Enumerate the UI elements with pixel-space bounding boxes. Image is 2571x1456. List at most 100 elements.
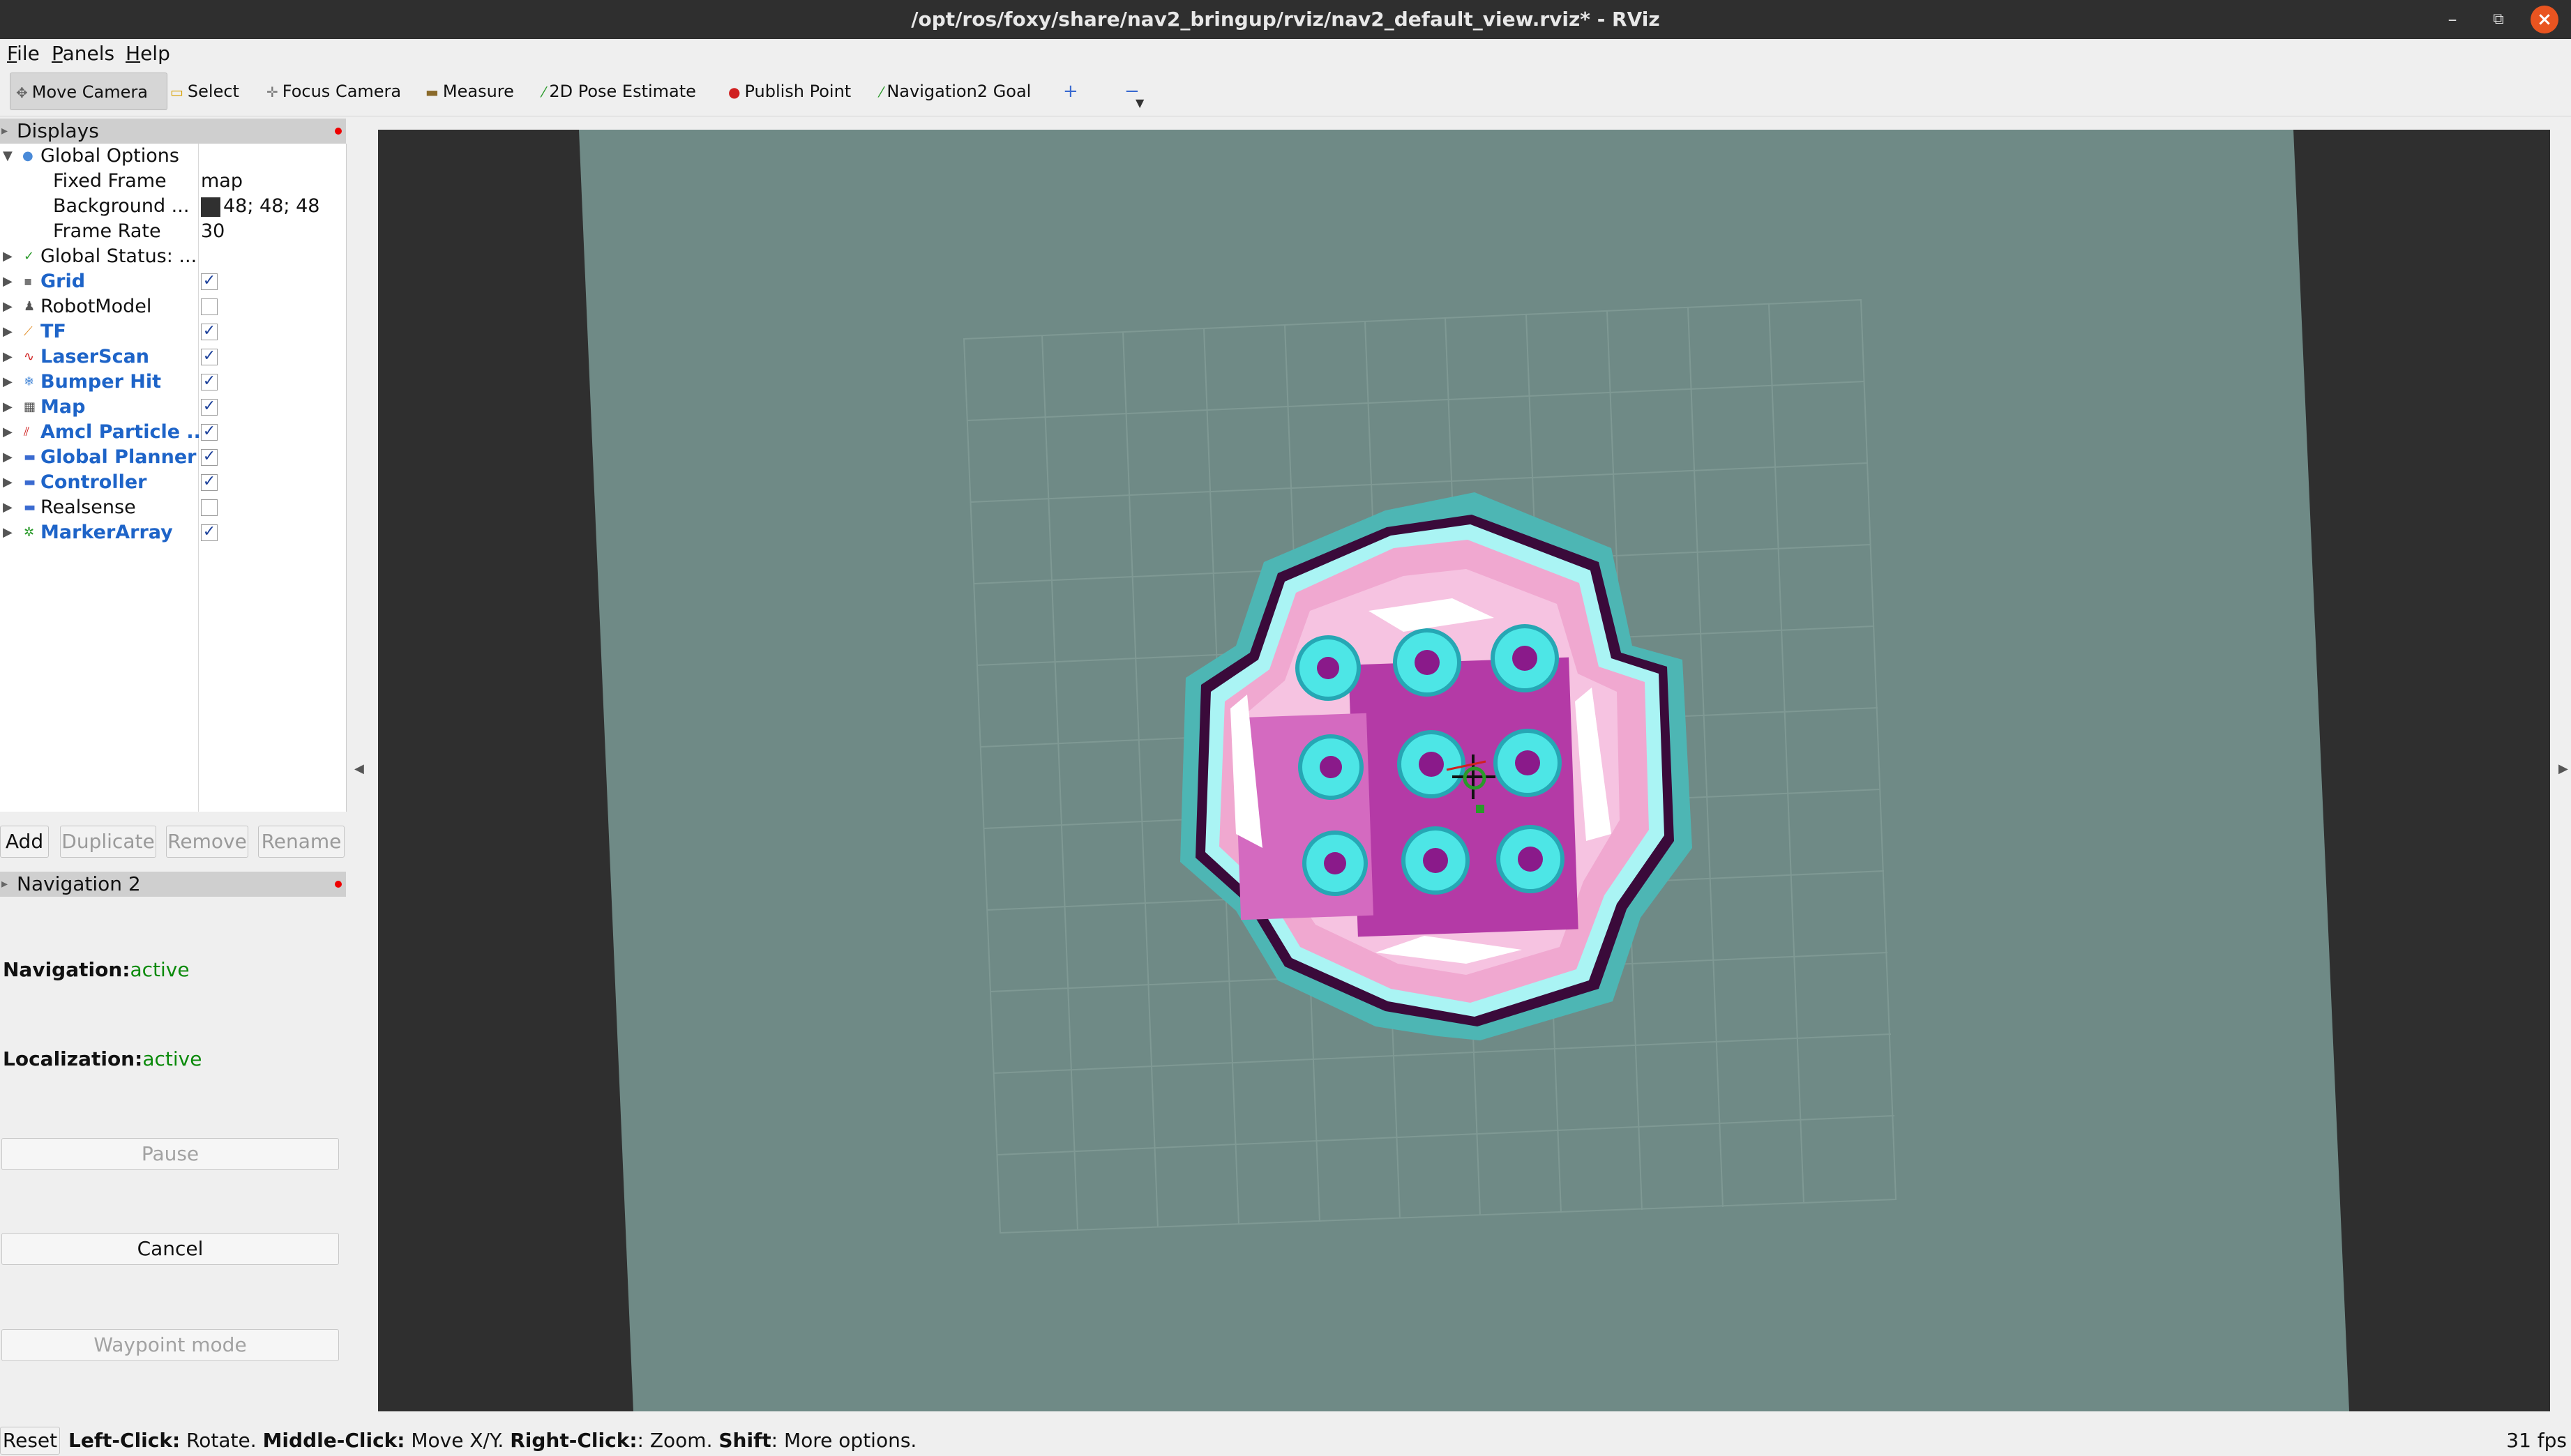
enable-checkbox[interactable] [201,298,218,315]
add-tool-icon[interactable]: + [1057,73,1084,110]
navigation-value: active [130,958,190,981]
display-item-realsense[interactable]: ▶ ▬ Realsense [0,495,345,520]
expand-arrow-icon[interactable]: ▶ [3,520,13,545]
waypoint-mode-button[interactable]: Waypoint mode [1,1329,339,1361]
scene-render[interactable] [378,130,2550,1411]
grid-icon: ▪ [24,274,33,289]
select-button[interactable]: ▭ Select [165,73,245,110]
enable-checkbox[interactable]: ✓ [201,424,218,441]
enable-checkbox[interactable]: ✓ [201,374,218,390]
folder-icon: ▬ [24,475,36,490]
global-options-row[interactable]: ▼ ● Global Options [0,144,345,169]
background-value[interactable]: 48; 48; 48 [201,194,319,219]
expand-arrow-icon[interactable]: ▶ [3,269,13,294]
display-item-robotmodel[interactable]: ▶ ♟ RobotModel [0,294,345,319]
reset-button[interactable]: Reset [0,1427,60,1455]
3d-viewport[interactable] [378,130,2550,1411]
menu-file[interactable]: File [7,39,40,68]
pose-array-icon: ⫽ [24,425,30,439]
hint-left-text: Rotate. [180,1429,263,1452]
panel-grip-icon: ▸ [1,123,8,138]
enable-checkbox[interactable]: ✓ [201,524,218,541]
enable-checkbox[interactable] [201,499,218,516]
localization-label: Localization: [3,1047,143,1070]
display-item-global-planner[interactable]: ▶ ▬ Global Planner ✓ [0,445,345,470]
pause-button[interactable]: Pause [1,1138,339,1170]
display-item-tf[interactable]: ▶ ⟋ TF ✓ [0,319,345,344]
expand-arrow-icon[interactable]: ▶ [3,495,13,520]
panel-close-icon[interactable] [335,881,342,888]
enable-checkbox[interactable]: ✓ [201,349,218,365]
collapse-left-icon[interactable]: ◀ [354,761,364,776]
restore-icon[interactable]: ⧉ [2485,6,2512,33]
pose-estimate-label: 2D Pose Estimate [549,82,696,101]
publish-point-label: Publish Point [744,82,852,101]
close-icon[interactable]: × [2531,6,2558,33]
status-hint: Left-Click: Rotate. Middle-Click: Move X… [68,1425,917,1456]
enable-checkbox[interactable]: ✓ [201,273,218,290]
expand-arrow-icon[interactable]: ▶ [3,244,13,269]
select-icon: ▭ [170,84,183,100]
hint-middle-click: Middle-Click: [262,1429,405,1452]
enable-checkbox[interactable]: ✓ [201,324,218,340]
nav2-panel-header: ▸ Navigation 2 [0,872,346,897]
expand-arrow-icon[interactable]: ▶ [3,344,13,370]
display-item-amcl-particle[interactable]: ▶ ⫽ Amcl Particle ... ✓ [0,420,345,445]
enable-checkbox[interactable]: ✓ [201,399,218,416]
nav2-goal-button[interactable]: ⁄ Navigation2 Goal [875,73,1036,110]
display-item-map[interactable]: ▶ ▦ Map ✓ [0,395,345,420]
title-bar: /opt/ros/foxy/share/nav2_bringup/rviz/na… [0,0,2571,39]
background-row[interactable]: Background ... 48; 48; 48 [0,194,345,219]
folder-icon: ▬ [24,500,36,515]
fixed-frame-label: Fixed Frame [53,170,167,192]
move-camera-button[interactable]: ✥ Move Camera [10,73,167,110]
enable-checkbox[interactable]: ✓ [201,449,218,466]
display-item-bumper-hit[interactable]: ▶ ❄ Bumper Hit ✓ [0,370,345,395]
nav2-goal-label: Navigation2 Goal [887,82,1032,101]
color-swatch[interactable] [201,197,220,217]
menu-help[interactable]: Help [126,39,170,68]
menu-panels[interactable]: Panels [52,39,114,68]
focus-camera-button[interactable]: ✛ Focus Camera [261,73,407,110]
expand-arrow-icon[interactable]: ▶ [3,445,13,470]
fixed-frame-value[interactable]: map [201,169,243,194]
minimize-icon[interactable]: – [2438,6,2466,33]
expand-arrow-icon[interactable]: ▶ [3,395,13,420]
globe-icon: ● [22,149,33,163]
collapse-right-icon[interactable]: ▶ [2558,761,2568,776]
duplicate-display-button[interactable]: Duplicate [60,826,156,858]
global-status-label: Global Status: ... [40,245,197,267]
menu-panels-key: P [52,42,63,65]
display-item-grid[interactable]: ▶ ▪ Grid ✓ [0,269,345,294]
cancel-button[interactable]: Cancel [1,1233,339,1265]
status-bar: Reset Left-Click: Rotate. Middle-Click: … [0,1425,2571,1456]
publish-point-button[interactable]: ● Publish Point [723,73,857,110]
hint-right-click: Right-Click: [510,1429,638,1452]
axes-icon: ⟋ [24,324,33,339]
display-item-controller[interactable]: ▶ ▬ Controller ✓ [0,470,345,495]
expand-arrow-icon[interactable]: ▶ [3,420,13,445]
hint-middle-text: Move X/Y. [405,1429,511,1452]
move-camera-label: Move Camera [31,82,148,102]
select-label: Select [187,82,239,101]
display-item-laserscan[interactable]: ▶ ∿ LaserScan ✓ [0,344,345,370]
enable-checkbox[interactable]: ✓ [201,474,218,491]
fixed-frame-row[interactable]: Fixed Frame map [0,169,345,194]
expand-arrow-icon[interactable]: ▶ [3,294,13,319]
add-display-button[interactable]: Add [0,826,49,858]
expand-arrow-icon[interactable]: ▶ [3,319,13,344]
dropdown-arrow-icon[interactable]: ▼ [1136,96,1144,109]
panel-close-icon[interactable] [335,128,342,135]
collapse-arrow-icon[interactable]: ▼ [3,144,13,169]
laser-icon: ∿ [24,349,35,364]
global-status-row[interactable]: ▶ ✓ Global Status: ... [0,244,345,269]
expand-arrow-icon[interactable]: ▶ [3,370,13,395]
remove-display-button[interactable]: Remove [166,826,248,858]
rename-display-button[interactable]: Rename [258,826,345,858]
pose-estimate-button[interactable]: ⁄ 2D Pose Estimate [537,73,702,110]
frame-rate-value[interactable]: 30 [201,219,225,244]
display-item-markerarray[interactable]: ▶ ✲ MarkerArray ✓ [0,520,345,545]
frame-rate-row[interactable]: Frame Rate 30 [0,219,345,244]
expand-arrow-icon[interactable]: ▶ [3,470,13,495]
measure-button[interactable]: ▬ Measure [420,73,520,110]
